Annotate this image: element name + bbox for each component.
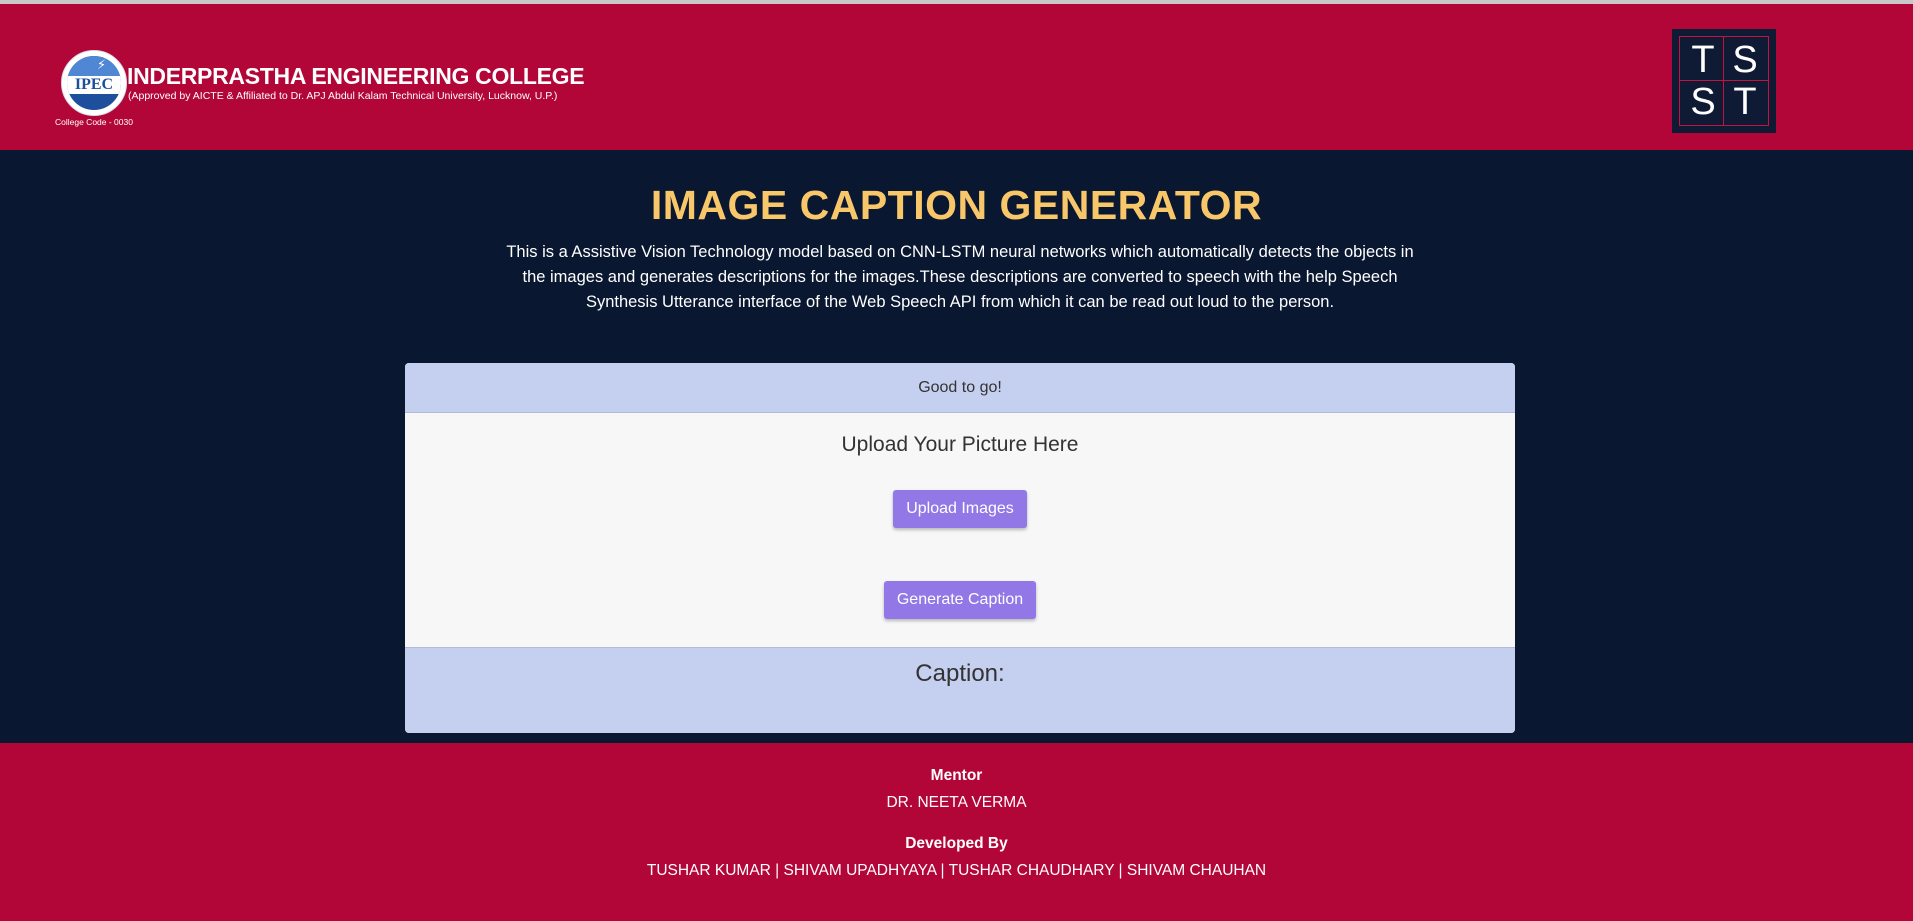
main-section: IMAGE CAPTION GENERATOR This is a Assist… [0,150,1913,743]
developed-by-label: Developed By [905,835,1008,852]
caption-card: Good to go! Upload Your Picture Here Upl… [405,363,1515,733]
site-header: ⚡ IPEC INDERPRASTHA ENGINEERING COLLEGE … [0,4,1913,150]
college-emblem-icon: ⚡ IPEC [61,50,127,116]
college-code: College Code - 0030 [55,117,133,127]
badge-letter: T [1733,81,1757,123]
generate-caption-button[interactable]: Generate Caption [884,581,1036,619]
upload-panel: Upload Your Picture Here Upload Images G… [405,413,1515,647]
college-affiliation: (Approved by AICTE & Affiliated to Dr. A… [128,90,558,102]
mentor-name: DR. NEETA VERMA [886,794,1027,811]
lightning-icon: ⚡ [97,58,107,73]
developer-names: TUSHAR KUMAR | SHIVAM UPADHYAYA | TUSHAR… [646,862,1267,879]
page-description: This is a Assistive Vision Technology mo… [506,243,1414,311]
caption-panel: Caption: [405,647,1515,733]
badge-letter: S [1690,81,1716,123]
team-logo-badge[interactable]: T S S T [1672,29,1776,133]
status-message: Good to go! [405,363,1515,413]
caption-label: Caption: [915,660,1005,687]
badge-letter: S [1732,39,1758,81]
college-name: INDERPRASTHA ENGINEERING COLLEGE [127,63,585,89]
upload-heading: Upload Your Picture Here [841,433,1079,456]
upload-images-button[interactable]: Upload Images [893,490,1027,528]
college-logo[interactable]: ⚡ IPEC INDERPRASTHA ENGINEERING COLLEGE … [55,46,585,131]
badge-letter: T [1691,39,1715,81]
page-title: IMAGE CAPTION GENERATOR [650,182,1263,228]
mentor-label: Mentor [930,767,983,784]
college-emblem-abbr: IPEC [74,76,114,93]
site-footer: Mentor DR. NEETA VERMA Developed By TUSH… [0,743,1913,921]
